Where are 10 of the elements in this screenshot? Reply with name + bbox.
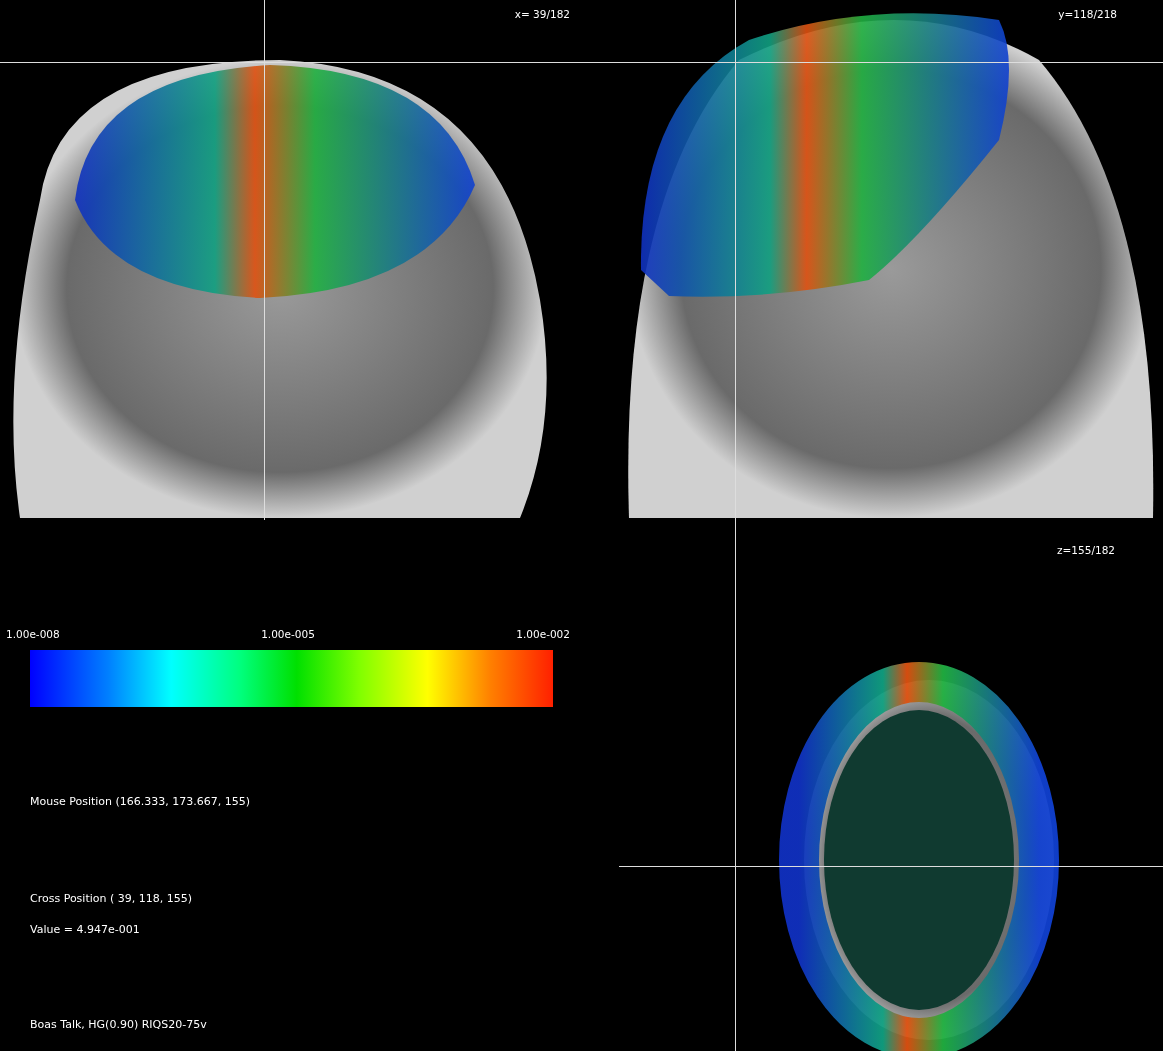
mouse-position-text: Mouse Position (166.333, 173.667, 155) xyxy=(30,795,252,808)
slice-label: x= 39/182 xyxy=(514,8,570,20)
slice-label: y=118/218 xyxy=(1058,8,1117,20)
slice-label: z=155/182 xyxy=(1057,544,1115,556)
colorbar-tick-label: 1.00e-005 xyxy=(261,628,315,640)
value-text: Value = 4.947e-001 xyxy=(30,923,141,936)
colorbar-tick-label: 1.00e-008 xyxy=(6,628,60,640)
cross-position-text: Cross Position ( 39, 118, 155) xyxy=(30,892,194,905)
colorbar-tick-label: 1.00e-002 xyxy=(516,628,570,640)
caption-text: Boas Talk, HG(0.90) RIQS20-75v xyxy=(30,1018,208,1031)
